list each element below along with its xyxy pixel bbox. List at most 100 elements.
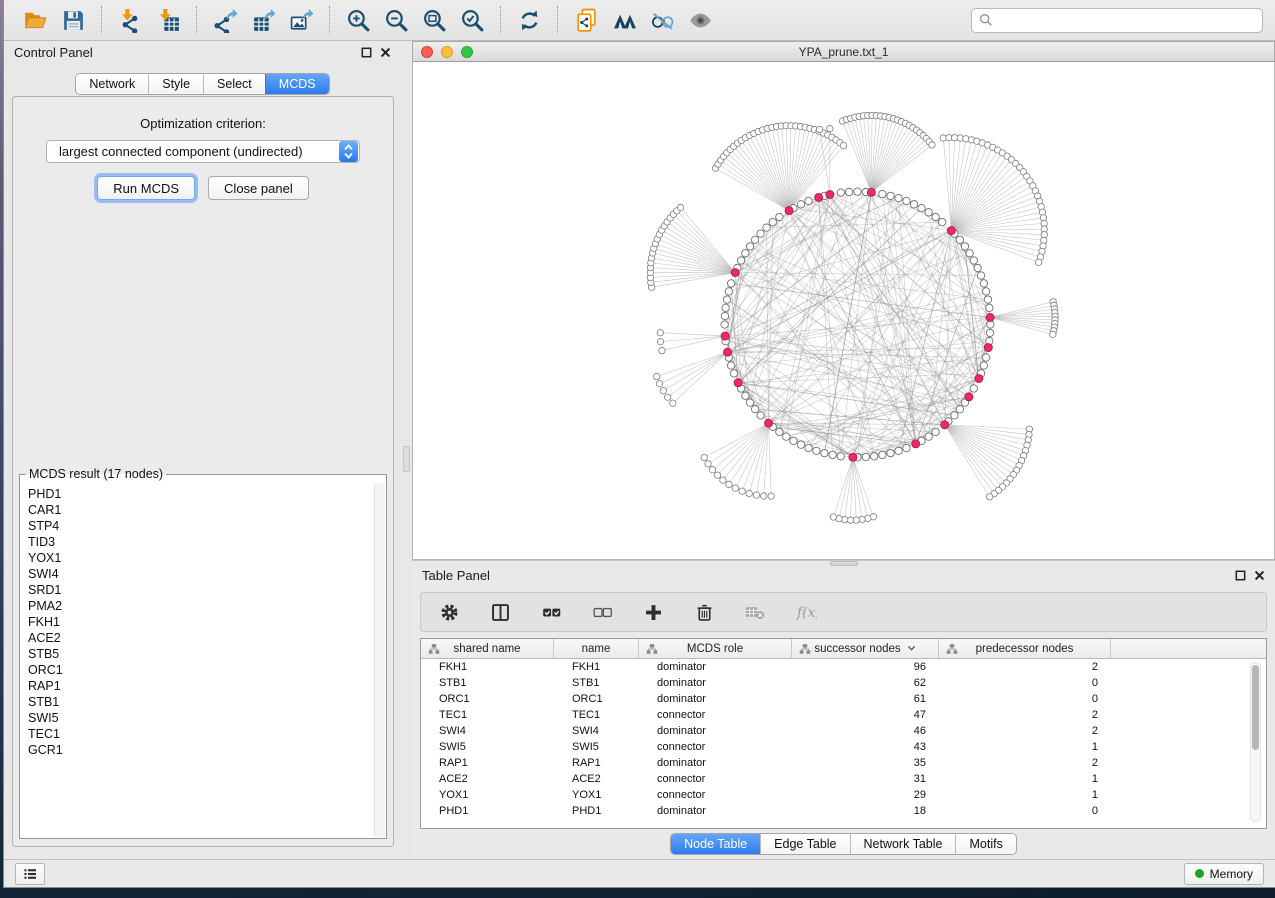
mcds-result-item[interactable]: ACE2 (28, 630, 373, 646)
memory-status-icon (1195, 869, 1204, 878)
sort-descending-icon (907, 645, 916, 652)
delete-columns-button[interactable] (692, 600, 716, 624)
mcds-result-item[interactable]: SRD1 (28, 582, 373, 598)
shared-column-icon (799, 643, 811, 655)
mcds-result-item[interactable]: PHD1 (28, 486, 373, 502)
table-cell: ORC1 (554, 693, 639, 705)
column-header-mcds-role[interactable]: MCDS role (639, 639, 792, 658)
mcds-result-item[interactable]: TID3 (28, 534, 373, 550)
refresh-layout-button[interactable] (512, 4, 546, 36)
tab-node-table[interactable]: Node Table (671, 834, 760, 854)
tab-network[interactable]: Network (76, 74, 148, 94)
birds-eye-view-icon (612, 8, 637, 33)
zoom-in-button[interactable] (341, 4, 375, 36)
open-file-button[interactable] (18, 4, 52, 36)
tab-mcds[interactable]: MCDS (265, 74, 329, 94)
table-cell: 61 (792, 693, 939, 705)
column-header-name[interactable]: name (554, 639, 639, 658)
clone-network-button[interactable] (569, 4, 603, 36)
column-header-predecessor-nodes[interactable]: predecessor nodes (939, 639, 1111, 658)
table-row[interactable]: RAP1RAP1dominator352 (421, 755, 1266, 771)
float-table-panel-icon[interactable] (1235, 570, 1246, 581)
export-image-button[interactable] (284, 4, 318, 36)
export-table-button[interactable] (246, 4, 280, 36)
mcds-result-item[interactable]: STB1 (28, 694, 373, 710)
mcds-result-item[interactable]: STP4 (28, 518, 373, 534)
task-history-button[interactable] (15, 863, 45, 885)
memory-button[interactable]: Memory (1184, 863, 1264, 885)
table-row[interactable]: ACE2ACE2connector311 (421, 771, 1266, 787)
mcds-result-item[interactable]: STB5 (28, 646, 373, 662)
table-options-button[interactable] (437, 600, 461, 624)
import-table-button[interactable] (151, 4, 185, 36)
tab-edge-table[interactable]: Edge Table (760, 834, 849, 854)
table-row[interactable]: FKH1FKH1dominator962 (421, 659, 1266, 675)
tab-style[interactable]: Style (148, 74, 203, 94)
mcds-result-item[interactable]: YOX1 (28, 550, 373, 566)
tab-select[interactable]: Select (203, 74, 265, 94)
show-graphics-details-icon (688, 8, 713, 33)
table-cell: 29 (792, 789, 939, 801)
column-header-successor-nodes[interactable]: successor nodes (792, 639, 939, 658)
export-network-button[interactable] (208, 4, 242, 36)
table-cell: PHD1 (554, 805, 639, 817)
zoom-in-icon (346, 8, 371, 33)
mcds-result-scrollbar[interactable] (374, 483, 385, 837)
mcds-result-item[interactable]: SWI5 (28, 710, 373, 726)
search-box[interactable] (971, 8, 1263, 33)
mcds-result-item[interactable]: SWI4 (28, 566, 373, 582)
horizontal-splitter[interactable] (830, 561, 858, 566)
show-graphics-details-button (683, 4, 717, 36)
birds-eye-view-button[interactable] (607, 4, 641, 36)
select-all-checkboxes-button[interactable] (539, 600, 563, 624)
table-scrollbar-thumb[interactable] (1252, 665, 1259, 750)
table-row[interactable]: YOX1YOX1connector291 (421, 787, 1266, 803)
column-visibility-button[interactable] (488, 600, 512, 624)
mcds-result-box: MCDS result (17 nodes) PHD1CAR1STP4TID3Y… (19, 467, 387, 839)
table-cell: connector (639, 741, 792, 753)
close-table-panel-icon[interactable] (1254, 570, 1265, 581)
table-cell: SWI5 (554, 741, 639, 753)
table-cell: 46 (792, 725, 939, 737)
mcds-result-item[interactable]: FKH1 (28, 614, 373, 630)
zoom-fit-button[interactable] (417, 4, 451, 36)
zoom-selected-button[interactable] (455, 4, 489, 36)
table-row[interactable]: PHD1PHD1dominator180 (421, 803, 1266, 819)
hide-graphics-details-button[interactable] (645, 4, 679, 36)
close-panel-button[interactable]: Close panel (208, 176, 309, 200)
table-row[interactable]: ORC1ORC1dominator610 (421, 691, 1266, 707)
create-column-button[interactable] (641, 600, 665, 624)
clear-all-checkboxes-button[interactable] (590, 600, 614, 624)
optimization-criterion-label: Optimization criterion: (13, 116, 393, 131)
close-panel-icon[interactable] (380, 47, 391, 58)
table-row[interactable]: SWI5SWI5connector431 (421, 739, 1266, 755)
main-toolbar (4, 0, 1275, 41)
table-body: FKH1FKH1dominator962STB1STB1dominator620… (421, 659, 1266, 819)
vertical-splitter[interactable] (401, 41, 412, 859)
save-session-button[interactable] (56, 4, 90, 36)
criterion-select[interactable]: largest connected component (undirected) (46, 140, 360, 163)
mcds-result-item[interactable]: ORC1 (28, 662, 373, 678)
table-row[interactable]: STB1STB1dominator620 (421, 675, 1266, 691)
table-scrollbar[interactable] (1250, 662, 1261, 822)
mcds-result-item[interactable]: TEC1 (28, 726, 373, 742)
float-panel-icon[interactable] (361, 47, 372, 58)
import-network-button[interactable] (113, 4, 147, 36)
mcds-result-item[interactable]: RAP1 (28, 678, 373, 694)
search-input[interactable] (998, 13, 1255, 27)
splitter-handle[interactable] (403, 446, 410, 472)
mcds-result-item[interactable]: CAR1 (28, 502, 373, 518)
table-row[interactable]: SWI4SWI4dominator462 (421, 723, 1266, 739)
mcds-result-item[interactable]: PMA2 (28, 598, 373, 614)
tab-network-table[interactable]: Network Table (850, 834, 956, 854)
run-mcds-button[interactable]: Run MCDS (97, 176, 195, 200)
column-header-shared-name[interactable]: shared name (421, 639, 554, 658)
zoom-out-button[interactable] (379, 4, 413, 36)
toolbar-separator (196, 6, 197, 34)
network-canvas[interactable] (412, 62, 1275, 560)
tab-motifs[interactable]: Motifs (955, 834, 1015, 854)
network-graph[interactable] (413, 62, 1274, 559)
table-row[interactable]: TEC1TEC1connector472 (421, 707, 1266, 723)
mcds-result-item[interactable]: GCR1 (28, 742, 373, 758)
table-cell: connector (639, 773, 792, 785)
